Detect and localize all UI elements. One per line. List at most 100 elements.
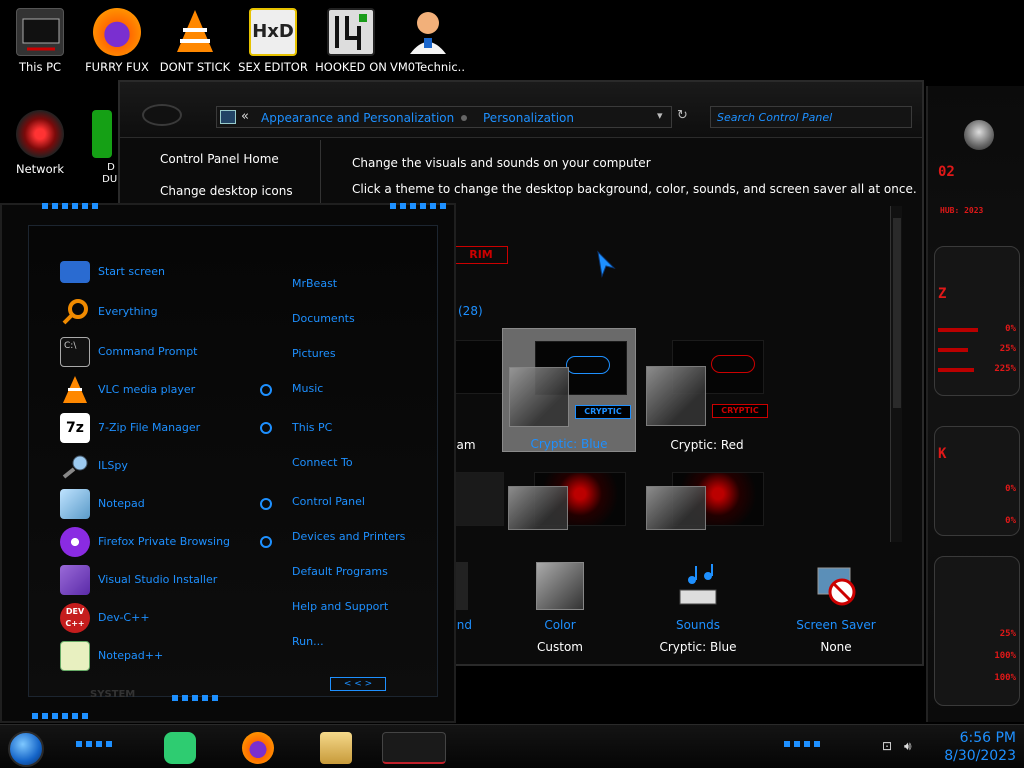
search-input[interactable]: Search Control Panel [710,106,912,128]
start-menu-trim [42,203,102,209]
program-label: Notepad++ [98,649,164,662]
theme-color-swatch [508,486,568,530]
program-notepad[interactable]: Notepad [58,489,268,523]
program-devcpp[interactable]: DEV C++ Dev-C++ [58,603,268,637]
start-link-help[interactable]: Help and Support [292,600,388,613]
start-link-run[interactable]: Run... [292,635,324,648]
start-link-connect-to[interactable]: Connect To [292,456,353,469]
theme-scrollbar[interactable] [890,206,902,542]
start-link-this-pc[interactable]: This PC [292,421,332,434]
volume-tray-icon[interactable]: 🔊︎ [904,739,920,753]
nav-orb-button[interactable] [142,104,182,126]
program-label: 7-Zip File Manager [98,421,201,434]
desktop-icon-label: FURRY FUX [85,60,149,74]
theme-color-swatch [646,486,706,530]
hud-label: Z [938,286,947,302]
firefox-private-icon [60,527,90,557]
start-menu-page-nav[interactable]: < < > [330,677,386,691]
program-everything[interactable]: Everything [58,297,268,331]
breadcrumb-appearance[interactable]: Appearance and Personalization [261,111,454,125]
hud-bar [938,368,974,372]
7zip-icon: 7z [60,413,90,443]
theme-item-cryptic-red[interactable]: CRYPTIC Cryptic: Red [640,328,774,452]
program-vs-installer[interactable]: Visual Studio Installer [58,565,268,599]
notes-app-icon[interactable] [164,732,196,764]
start-screen-icon [60,261,90,283]
start-link-pictures[interactable]: Pictures [292,347,336,360]
file-explorer-app-icon[interactable] [320,732,352,764]
screen-saver-option[interactable]: Screen Saver None [772,562,900,654]
program-vlc[interactable]: VLC media player [58,375,268,409]
music-expand-icon[interactable] [260,384,272,396]
desktop-icon-furry-fux[interactable]: FURRY FUX [79,8,155,74]
program-label: VLC media player [98,383,196,396]
desktop-icon-vm0technic[interactable]: VM0Technic... [390,8,466,74]
sidebar-link-desktop-icons[interactable]: Change desktop icons [160,184,320,198]
desktop-icon-label: SEX EDITOR [238,60,308,74]
start-menu-trim [390,203,450,209]
program-notepadpp[interactable]: Notepad++ [58,641,268,675]
theme-item-cryptic-blue[interactable]: CRYPTIC Cryptic: Blue [502,328,636,452]
program-firefox-private[interactable]: Firefox Private Browsing [58,527,268,561]
notepad-icon [60,489,90,519]
firefox-app-icon[interactable] [242,732,274,764]
theme-color-swatch [509,367,569,427]
pc-icon [16,8,64,56]
desktop-icon-sex-editor[interactable]: HxD SEX EDITOR [235,8,311,74]
program-command-prompt[interactable]: C:\ Command Prompt [58,337,268,371]
partial-theme-label: RIM [454,246,508,264]
vs-installer-icon [60,565,90,595]
refresh-icon[interactable]: ↻ [677,108,688,123]
firefox-icon [93,8,141,56]
start-link-documents[interactable]: Documents [292,312,355,325]
program-label: Notepad [98,497,145,510]
this-pc-expand-icon[interactable] [260,422,272,434]
theme-name: Cryptic: Red [670,438,744,452]
program-ilspy[interactable]: ILSpy [58,451,268,485]
breadcrumb-personalization[interactable]: Personalization [483,111,574,125]
search-magnifier-icon [60,297,90,327]
option-value: None [820,640,852,654]
system-clock[interactable]: 6:56 PM 8/30/2023 [944,729,1016,765]
breadcrumb-separator-icon [461,115,467,121]
chevron-down-icon[interactable]: ▾ [657,109,663,122]
desktop-icon-label: HOOKED ON [315,60,387,74]
hud-label: 02 [938,164,955,180]
hud-readout: 0% [1005,484,1016,494]
color-option[interactable]: Color Custom [496,562,624,654]
control-panel-sidebar: Control Panel Home Change desktop icons [130,140,320,212]
back-chevron-icon[interactable]: « [241,109,249,124]
doctor-icon [404,8,452,56]
control-panel-expand-icon[interactable] [260,498,272,510]
personalization-header: Change the visuals and sounds on your co… [352,156,917,208]
desktop-icon-hooked-on[interactable]: HOOKED ON [313,8,389,74]
program-7zip[interactable]: 7z 7-Zip File Manager [58,413,268,447]
start-link-mrbeast[interactable]: MrBeast [292,277,337,290]
start-menu: Start screen Everything C:\ Command Prom… [0,203,456,723]
start-link-default-programs[interactable]: Default Programs [292,565,388,578]
program-label: Everything [98,305,158,318]
sidebar-link-home[interactable]: Control Panel Home [160,152,320,166]
desktop-icon-label: VM0Technic... [390,60,466,74]
address-bar[interactable]: « Appearance and Personalization Persona… [216,106,688,128]
desktop-icon-label: DONT STICK [159,60,231,74]
start-link-devices[interactable]: Devices and Printers [292,530,405,543]
program-start-screen[interactable]: Start screen [58,257,268,291]
network-tray-icon[interactable]: ⊡ [882,739,898,753]
clock-date: 8/30/2023 [944,748,1016,764]
page-subtitle: Click a theme to change the desktop back… [352,182,917,196]
start-link-control-panel[interactable]: Control Panel [292,495,365,508]
alien-hud-panel: 02 HUB: 2023 0% 25% 225% Z K 0% 0% 25% 1… [926,86,1024,722]
alien-theme-app-icon[interactable] [382,732,446,764]
start-link-music[interactable]: Music [292,382,323,395]
scrollbar-thumb[interactable] [893,218,901,408]
start-button[interactable] [8,731,44,767]
sounds-option[interactable]: Sounds Cryptic: Blue [634,562,762,654]
taskbar: ⊡ 🔊︎ 6:56 PM 8/30/2023 [0,724,1024,768]
devices-expand-icon[interactable] [260,536,272,548]
theme-tag: CRYPTIC [575,405,631,419]
page-title: Change the visuals and sounds on your co… [352,156,651,170]
desktop-icon-dont-stick[interactable]: DONT STICK [157,8,233,74]
desktop-icon-this-pc[interactable]: This PC [2,8,78,74]
start-menu-trim [32,713,92,719]
